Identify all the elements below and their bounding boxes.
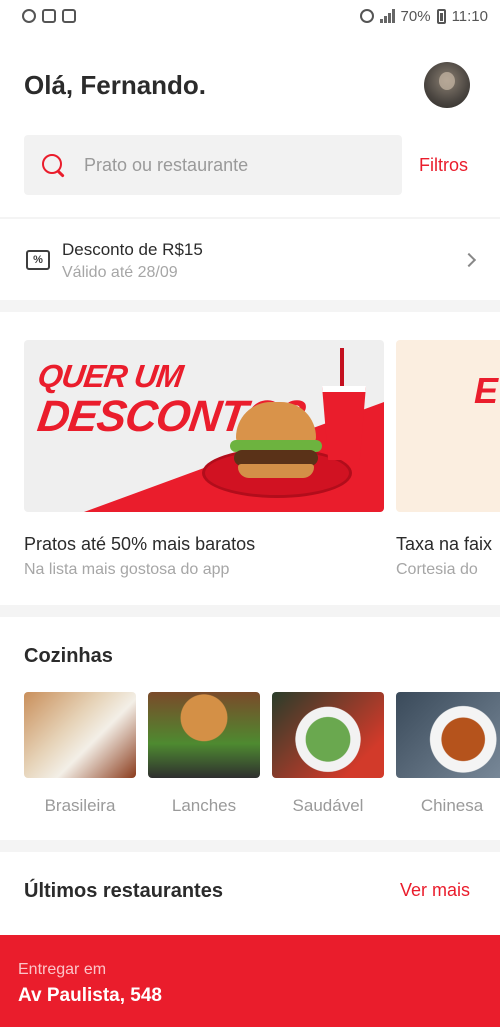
divider: [0, 217, 500, 219]
coupon-validity: Válido até 28/09: [62, 264, 178, 281]
whatsapp-icon: [22, 9, 36, 23]
cuisine-image[interactable]: [148, 692, 260, 778]
status-bar: 70% 11:10: [0, 0, 500, 32]
battery-percent: 70%: [400, 7, 431, 25]
promo-banner-image[interactable]: QUER UM DESCONTO?: [24, 340, 384, 512]
straw-illustration: [340, 348, 344, 390]
section-divider: [0, 300, 500, 312]
cuisine-item[interactable]: Lanches: [148, 692, 260, 816]
promo-subtitle: Cortesia do: [396, 561, 478, 578]
cuisine-item[interactable]: Brasileira: [24, 692, 136, 816]
promo-title: Pratos até 50% mais baratos: [24, 534, 256, 554]
delivery-label: Entregar em: [18, 961, 107, 978]
recent-restaurants-title: Últimos restaurantes: [24, 880, 223, 902]
see-more-link[interactable]: Ver mais: [400, 880, 470, 901]
search-icon: [40, 152, 66, 178]
cuisine-image[interactable]: [24, 692, 136, 778]
cuisines-carousel[interactable]: Brasileira Lanches Saudável Chinesa: [24, 692, 500, 822]
banner-headline-line1: E: [474, 370, 499, 411]
instagram-icon: [42, 9, 56, 23]
chevron-right-icon: [461, 252, 477, 268]
cuisine-label: Brasileira: [44, 796, 116, 815]
cuisine-item[interactable]: Saudável: [272, 692, 384, 816]
avatar[interactable]: [424, 62, 470, 108]
coupon-row[interactable]: % Desconto de R$15 Válido até 28/09: [0, 222, 500, 300]
banner-headline-line1: QUER UM: [35, 358, 185, 394]
cuisine-image[interactable]: [272, 692, 384, 778]
greeting-title: Olá, Fernando.: [24, 70, 207, 100]
search-bar[interactable]: Prato ou restaurante: [24, 135, 402, 195]
signal-icon: [379, 9, 395, 23]
section-divider: [0, 840, 500, 852]
promo-carousel[interactable]: QUER UM DESCONTO? Pratos até 50% mais ba…: [24, 340, 500, 590]
coupon-title: Desconto de R$15: [62, 240, 203, 259]
promo-banner-image[interactable]: E: [396, 340, 500, 512]
cuisines-title: Cozinhas: [24, 645, 113, 667]
delivery-address-bar[interactable]: Entregar em Av Paulista, 548: [0, 935, 500, 1027]
coupon-icon: %: [26, 250, 50, 270]
cuisine-label: Chinesa: [420, 796, 484, 815]
alarm-icon: [359, 9, 374, 23]
search-input[interactable]: Prato ou restaurante: [84, 155, 248, 176]
cuisine-label: Lanches: [171, 796, 237, 815]
burger-bun: [238, 464, 314, 478]
gallery-icon: [62, 9, 76, 23]
battery-icon: [436, 8, 446, 24]
promo-subtitle: Na lista mais gostosa do app: [24, 561, 230, 578]
cuisine-image[interactable]: [396, 692, 500, 778]
promo-title: Taxa na faix: [396, 534, 493, 554]
filters-button[interactable]: Filtros: [419, 155, 468, 176]
promo-card[interactable]: E Taxa na faix Cortesia do: [396, 340, 500, 579]
cup-illustration: [322, 386, 366, 460]
cuisine-label: Saudável: [292, 796, 364, 815]
delivery-address: Av Paulista, 548: [18, 985, 162, 1006]
section-divider: [0, 605, 500, 617]
promo-card[interactable]: QUER UM DESCONTO? Pratos até 50% mais ba…: [24, 340, 384, 579]
cuisine-item[interactable]: Chinesa: [396, 692, 500, 816]
clock: 11:10: [451, 7, 488, 25]
